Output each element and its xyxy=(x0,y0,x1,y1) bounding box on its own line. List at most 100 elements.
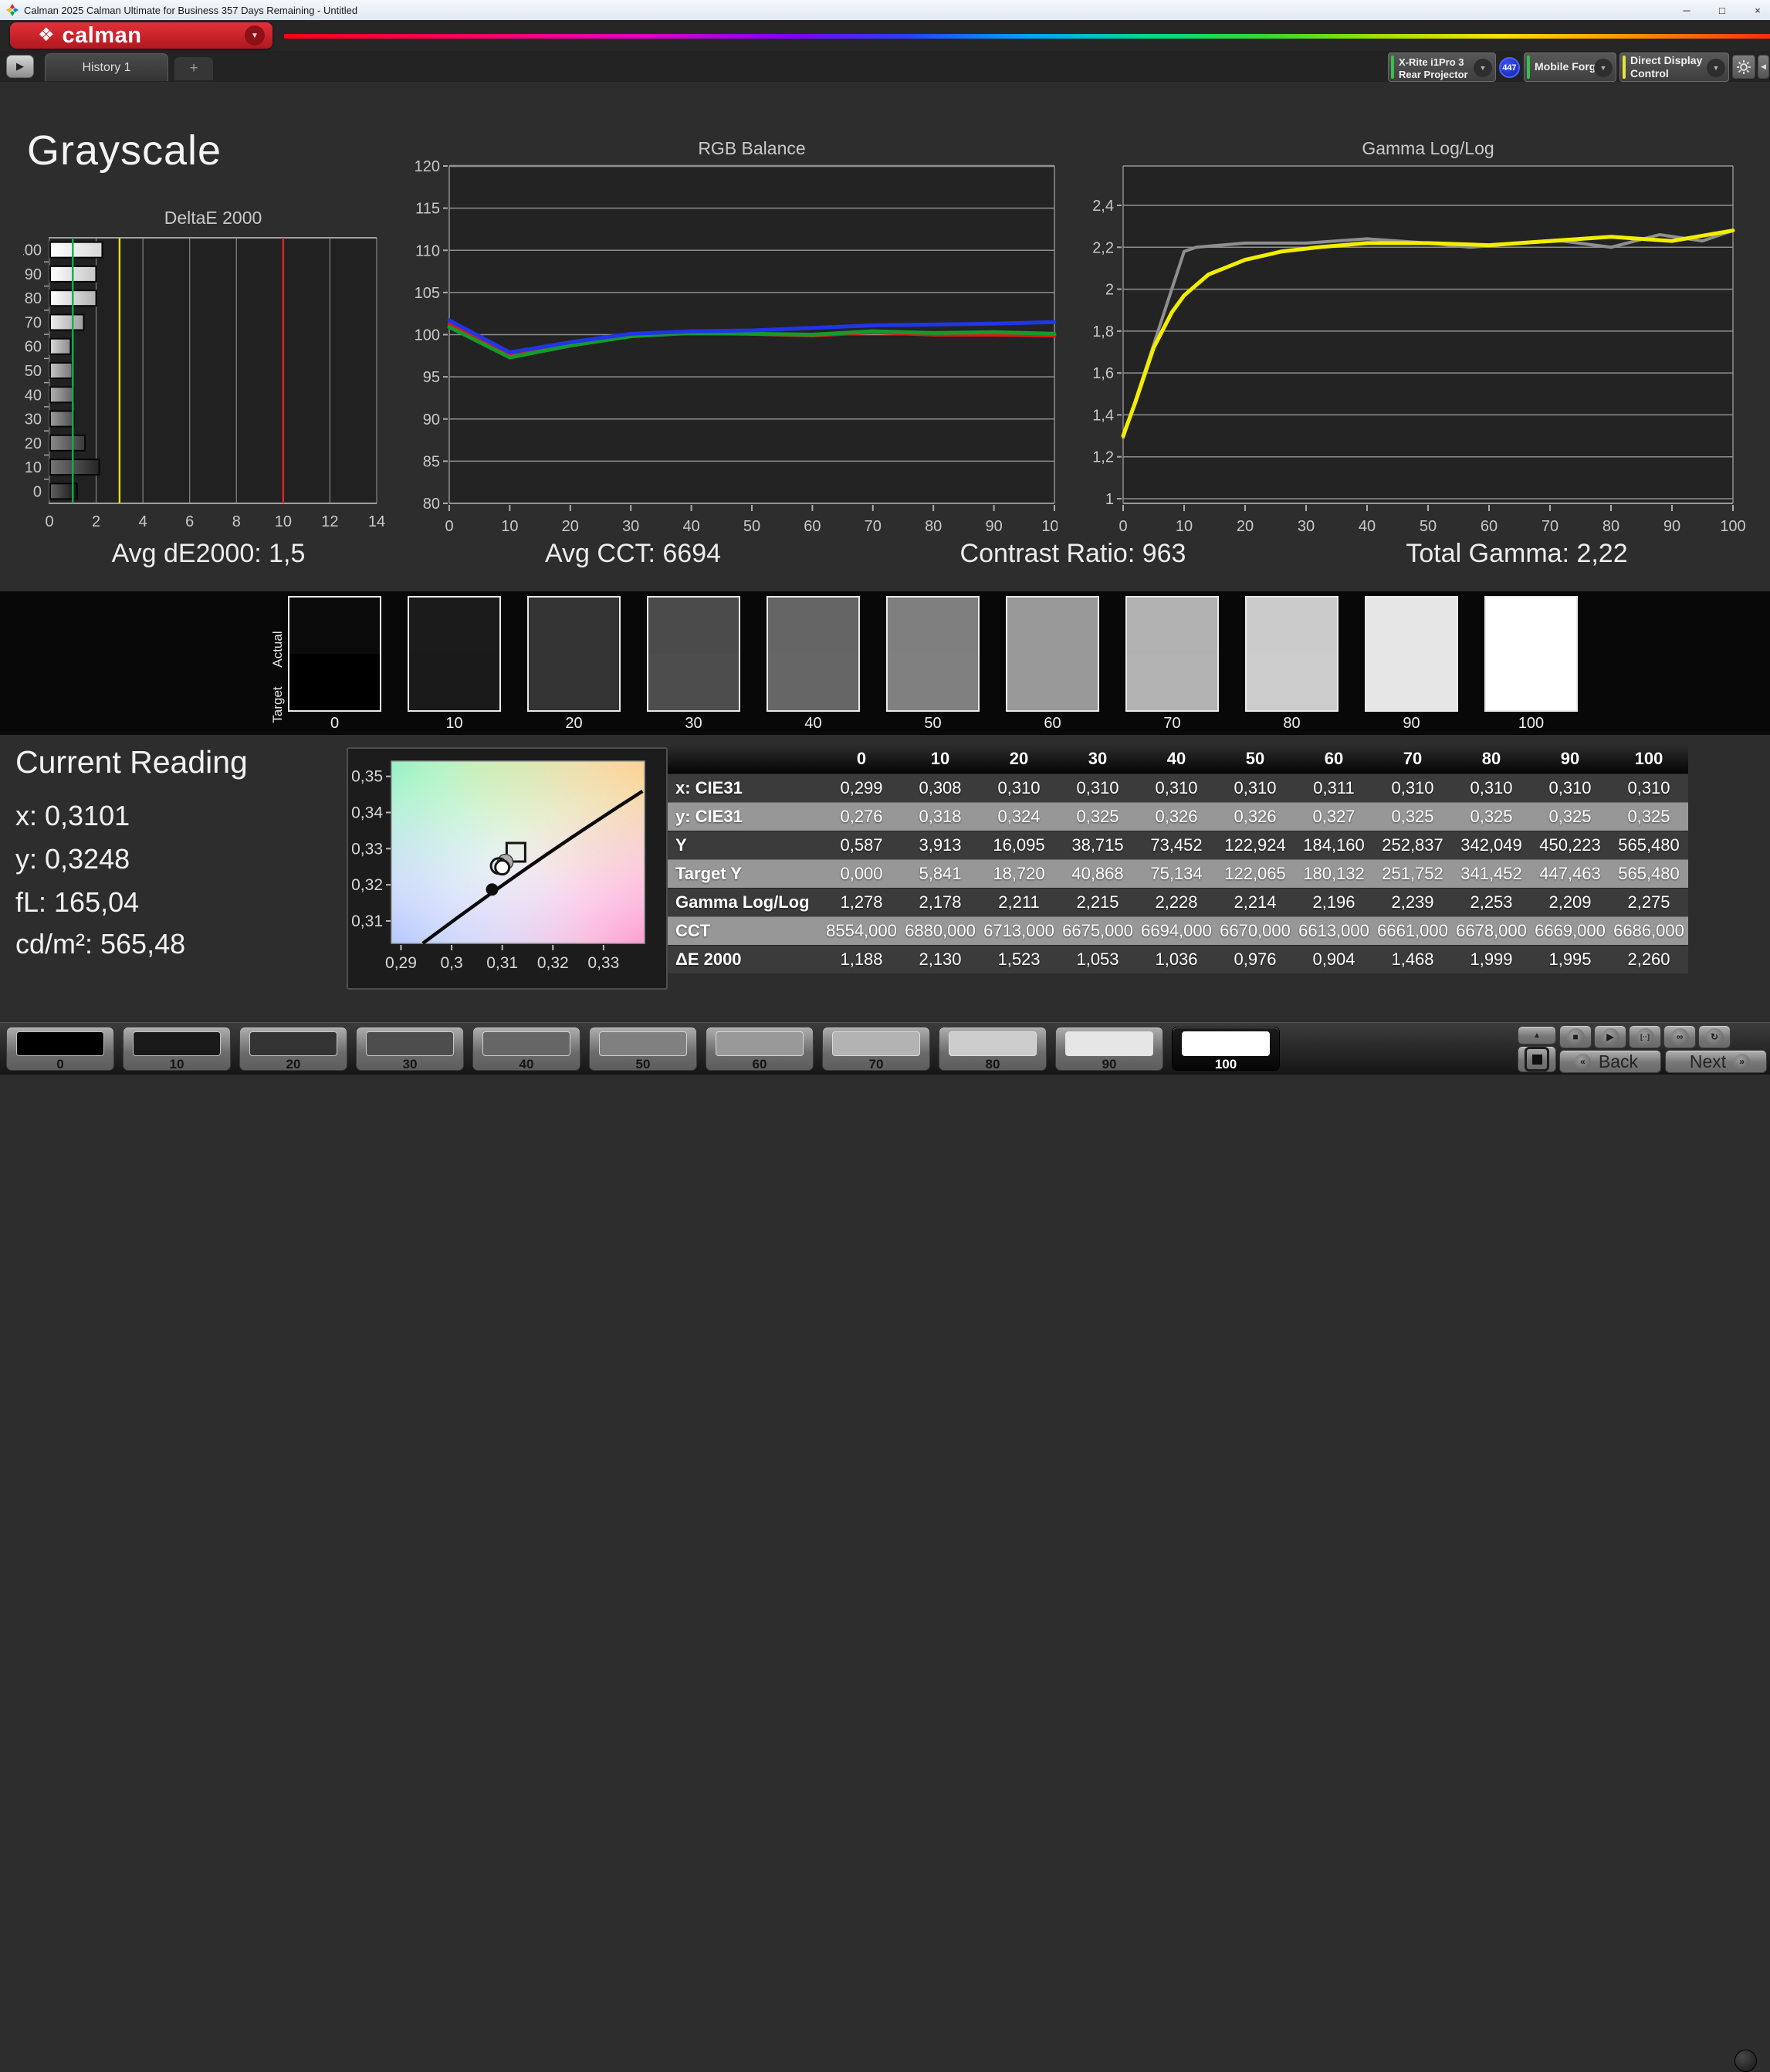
table-column-header: 80 xyxy=(1481,749,1501,768)
table-cell: 1,036 xyxy=(1155,950,1198,969)
table-cell: 252,837 xyxy=(1382,835,1443,855)
table-cell: 0,326 xyxy=(1234,807,1277,826)
stat-contrast: Contrast Ratio: 963 xyxy=(959,539,1186,568)
table-cell: 184,160 xyxy=(1303,835,1365,855)
session-play-button[interactable]: ▶ xyxy=(6,55,34,78)
svg-text:105: 105 xyxy=(415,285,440,302)
table-cell: 1,995 xyxy=(1548,950,1592,969)
measure-button[interactable]: ▶ xyxy=(1594,1025,1626,1048)
add-tab-button[interactable]: + xyxy=(174,57,213,80)
pattern-swatch xyxy=(716,1031,804,1056)
target-patch xyxy=(1007,654,1098,710)
play-icon: ▶ xyxy=(1601,1028,1619,1046)
pattern-button-50[interactable]: 50 xyxy=(589,1027,697,1072)
table-cell: 1,053 xyxy=(1076,950,1119,969)
svg-text:60: 60 xyxy=(25,339,42,356)
loop-measure-button[interactable]: ↻ xyxy=(1698,1025,1731,1048)
meter-label: X-Rite i1Pro 3 Rear Projector xyxy=(1399,56,1468,81)
play-icon: ▶ xyxy=(16,60,24,72)
table-row: Target Y 0,000 5,841 18,720 40,868 75,134 122,… xyxy=(668,859,1688,888)
pattern-swatch xyxy=(949,1031,1037,1056)
pattern-button-60[interactable]: 60 xyxy=(706,1027,814,1072)
series-measure-button[interactable]: [··] xyxy=(1629,1025,1661,1048)
pattern-button-90[interactable]: 90 xyxy=(1055,1027,1163,1072)
close-button[interactable]: × xyxy=(1750,5,1765,16)
svg-text:10: 10 xyxy=(1176,518,1193,535)
refresh-icon: ↻ xyxy=(1705,1028,1724,1046)
svg-text:40: 40 xyxy=(682,518,699,535)
pattern-label: 40 xyxy=(519,1057,534,1072)
pattern-button-40[interactable]: 40 xyxy=(472,1027,580,1072)
chevron-down-icon[interactable]: ▼ xyxy=(1707,59,1725,77)
table-cell: 0,326 xyxy=(1155,807,1198,826)
status-led xyxy=(1734,2050,1757,2072)
stat-avg-cct: Avg CCT: 6694 xyxy=(544,539,722,568)
calman-diamond-icon: ❖ xyxy=(38,25,55,46)
pattern-button-20[interactable]: 20 xyxy=(239,1027,347,1072)
continuous-measure-button[interactable]: ∞ xyxy=(1663,1025,1696,1048)
tab-history-1[interactable]: History 1 xyxy=(45,53,168,81)
svg-text:DeltaE 2000: DeltaE 2000 xyxy=(164,208,262,228)
svg-text:0,31: 0,31 xyxy=(486,954,518,972)
stop-measure-button[interactable]: ■ xyxy=(1559,1025,1592,1048)
reading-y: y: 0,3248 xyxy=(15,843,130,875)
table-cell: 0,310 xyxy=(1391,778,1434,797)
pattern-swatch xyxy=(1182,1031,1270,1056)
swatch-label: 70 xyxy=(1163,715,1181,732)
minimize-button[interactable]: ─ xyxy=(1679,5,1694,16)
svg-text:80: 80 xyxy=(1602,518,1619,535)
table-row: ΔE 2000 1,188 2,130 1,523 1,053 1,036 0,976 0,9… xyxy=(668,945,1688,973)
table-column-header: 20 xyxy=(1009,749,1029,768)
svg-text:0,34: 0,34 xyxy=(351,804,383,821)
measurement-table: 0 10 20 30 40 50 60 70 80 90 100 x: CIE31 0,299 0,308… xyxy=(668,744,1688,973)
plus-icon: + xyxy=(189,60,198,76)
svg-text:95: 95 xyxy=(423,369,440,386)
pattern-button-80[interactable]: 80 xyxy=(939,1027,1047,1072)
table-cell: 6686,000 xyxy=(1613,921,1684,940)
svg-text:120: 120 xyxy=(415,158,440,175)
pattern-button-100[interactable]: 100 xyxy=(1172,1027,1280,1072)
back-button[interactable]: « Back xyxy=(1559,1050,1661,1073)
pattern-button-70[interactable]: 70 xyxy=(822,1027,930,1072)
table-cell: 0,976 xyxy=(1234,950,1277,969)
source-dropdown[interactable]: Mobile Forge ▼ xyxy=(1524,52,1616,82)
series-icon: [··] xyxy=(1636,1028,1654,1046)
table-row: Y 0,587 3,913 16,095 38,715 73,452 122,924 184,… xyxy=(668,831,1688,859)
settings-button[interactable] xyxy=(1732,55,1755,79)
table-cell: 0,310 xyxy=(1548,778,1592,797)
rainbow-progress-strip xyxy=(284,34,1770,39)
pattern-button-10[interactable]: 10 xyxy=(123,1027,231,1072)
table-cell: 565,480 xyxy=(1618,864,1680,883)
table-cell: 6880,000 xyxy=(905,921,976,940)
chevron-down-icon[interactable]: ▼ xyxy=(1594,59,1613,77)
table-cell: 6694,000 xyxy=(1141,921,1212,940)
gear-icon xyxy=(1737,59,1751,74)
table-cell: 2,275 xyxy=(1627,892,1670,912)
pattern-button-0[interactable]: 0 xyxy=(6,1027,114,1072)
svg-text:90: 90 xyxy=(1663,518,1680,535)
table-cell: 2,253 xyxy=(1470,892,1513,912)
target-patch xyxy=(648,654,739,710)
maximize-button[interactable]: □ xyxy=(1714,5,1730,16)
chevron-down-icon[interactable]: ▼ xyxy=(1474,59,1492,77)
meter-dropdown[interactable]: X-Rite i1Pro 3 Rear Projector ▼ xyxy=(1388,52,1496,82)
collapse-panel-button[interactable]: ◀ xyxy=(1758,55,1769,79)
svg-text:115: 115 xyxy=(415,201,440,218)
next-button[interactable]: Next » xyxy=(1665,1050,1767,1073)
calman-menu-button[interactable]: ❖ calman ▼ xyxy=(10,22,272,49)
calman-window: { "window": { "title": "Calman 2025 Calm… xyxy=(0,0,1770,2072)
actual-patch xyxy=(289,598,380,654)
display-control-dropdown[interactable]: Direct Display Control ▼ xyxy=(1619,52,1729,82)
svg-text:0,31: 0,31 xyxy=(351,912,383,930)
svg-text:0,29: 0,29 xyxy=(385,954,417,972)
svg-text:10: 10 xyxy=(25,459,42,476)
svg-text:0,32: 0,32 xyxy=(537,954,569,972)
pattern-window-button[interactable] xyxy=(1518,1046,1556,1072)
table-cell: 447,463 xyxy=(1539,864,1601,883)
pattern-button-30[interactable]: 30 xyxy=(356,1027,464,1072)
svg-text:50: 50 xyxy=(743,518,760,535)
swatch-label: 80 xyxy=(1283,715,1301,732)
actual-patch xyxy=(888,598,978,654)
target-patch xyxy=(1247,654,1337,710)
expand-panel-button[interactable]: ▲ xyxy=(1518,1026,1556,1044)
